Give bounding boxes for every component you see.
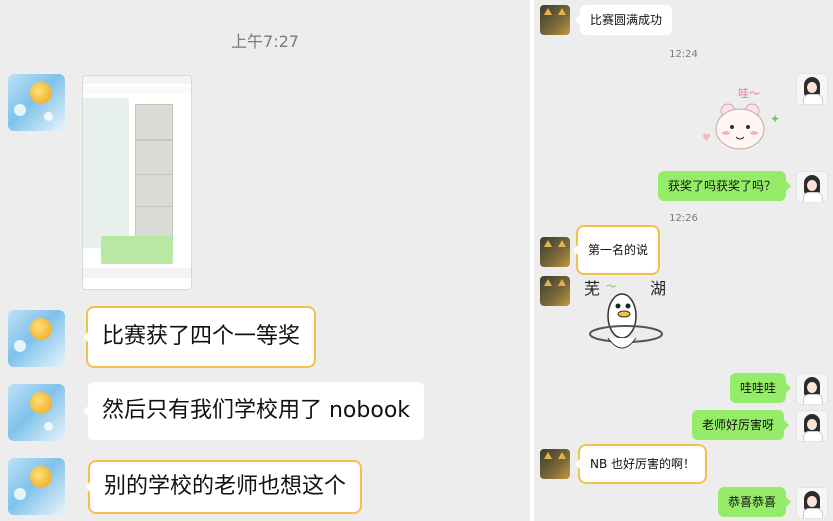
message-bubble[interactable]: 老师好厉害呀: [692, 410, 790, 440]
svg-text:♥: ♥: [702, 133, 711, 144]
svg-text:芜: 芜: [584, 279, 600, 298]
message-timestamp: 12:26: [669, 213, 698, 224]
my-avatar[interactable]: [796, 487, 828, 519]
contact-avatar[interactable]: [8, 74, 65, 131]
message-bubble[interactable]: 哇哇哇: [730, 373, 792, 403]
contact-avatar[interactable]: [8, 384, 65, 441]
svg-text:哇～: 哇～: [738, 87, 760, 100]
my-avatar[interactable]: [796, 171, 828, 203]
contact-avatar[interactable]: [540, 237, 570, 267]
contact-avatar[interactable]: [8, 310, 65, 367]
right-chat-panel: 比赛圆满成功 12:24 哇～ ✦ ♥ 获奖了吗获奖了吗？ 12:26 第一名的…: [534, 0, 833, 521]
message-bubble[interactable]: 别的学校的老师也想这个: [84, 460, 363, 514]
my-avatar[interactable]: [796, 73, 828, 105]
shared-screenshot-image[interactable]: [82, 75, 192, 290]
svg-text:✦: ✦: [770, 112, 780, 126]
message-timestamp: 上午7:27: [231, 32, 299, 51]
my-avatar[interactable]: [796, 410, 828, 442]
message-bubble[interactable]: 恭喜恭喜: [718, 487, 792, 517]
message-bubble[interactable]: 然后只有我们学校用了 nobook: [82, 382, 425, 440]
contact-avatar[interactable]: [8, 458, 65, 515]
message-bubble[interactable]: 比赛获了四个一等奖: [82, 306, 317, 368]
contact-avatar[interactable]: [540, 276, 570, 306]
message-bubble[interactable]: NB 也好厉害的啊！: [574, 444, 708, 484]
svg-text:湖: 湖: [650, 279, 666, 298]
contact-avatar[interactable]: [540, 449, 570, 479]
contact-avatar[interactable]: [540, 5, 570, 35]
svg-text:～: ～: [606, 282, 616, 293]
message-bubble[interactable]: 获奖了吗获奖了吗？: [658, 171, 792, 201]
message-timestamp: 12:24: [669, 49, 698, 60]
my-avatar[interactable]: [796, 373, 828, 405]
message-bubble[interactable]: 第一名的说: [572, 225, 661, 275]
left-chat-panel: 上午7:27 比赛获了四个一等奖 然后只有我们学校用了 nobook 别的学校的…: [0, 0, 530, 521]
message-bubble[interactable]: 比赛圆满成功: [574, 5, 673, 35]
duck-sticker[interactable]: 芜 湖 ～: [580, 276, 680, 362]
bear-sticker[interactable]: 哇～ ✦ ♥: [698, 83, 782, 157]
